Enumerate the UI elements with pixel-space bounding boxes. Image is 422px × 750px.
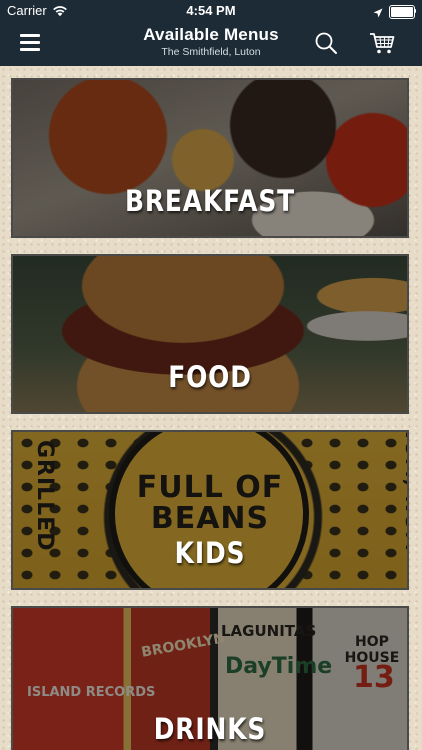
menu-label: DRINKS bbox=[153, 712, 267, 746]
venue-subtitle: The Smithfield, Luton bbox=[161, 46, 261, 58]
cart-icon[interactable] bbox=[369, 31, 395, 55]
battery-icon bbox=[389, 5, 415, 19]
menu-card-breakfast[interactable]: BREAKFAST bbox=[11, 78, 409, 238]
menu-label: FOOD bbox=[168, 360, 252, 394]
menu-card-food[interactable]: FOOD bbox=[11, 254, 409, 414]
status-bar: Carrier 4:54 PM bbox=[0, 0, 422, 22]
status-time: 4:54 PM bbox=[186, 3, 236, 18]
battery-level bbox=[391, 7, 413, 17]
location-arrow-icon bbox=[373, 5, 383, 23]
menu-label: BREAKFAST bbox=[124, 184, 296, 218]
top-bar: Carrier 4:54 PM Available Menus The Smit… bbox=[0, 0, 422, 66]
menu-label: KIDS bbox=[174, 536, 246, 570]
page-title: Available Menus bbox=[143, 25, 279, 44]
search-icon[interactable] bbox=[314, 31, 338, 55]
menu-card-kids[interactable]: FULL OF BEANS GRILLED NOM, NOM, NOM KIDS bbox=[11, 430, 409, 590]
menu-list[interactable]: BREAKFAST FOOD FULL OF BEANS GRILLED NOM… bbox=[0, 66, 422, 750]
title-block: Available Menus The Smithfield, Luton bbox=[100, 25, 322, 59]
menu-card-drinks[interactable]: ISLAND RECORDS BROOKLYN LAGUNITAS DayTim… bbox=[11, 606, 409, 750]
nav-header: Available Menus The Smithfield, Luton bbox=[0, 22, 422, 66]
hamburger-icon[interactable] bbox=[20, 34, 40, 52]
battery-tip bbox=[414, 9, 416, 13]
